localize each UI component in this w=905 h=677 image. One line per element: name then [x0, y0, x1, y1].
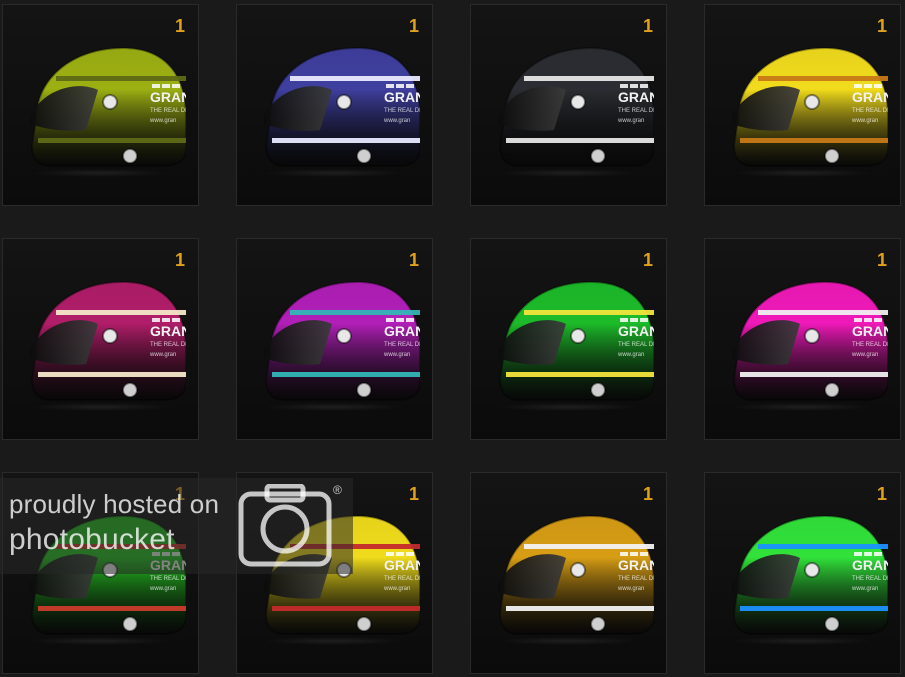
helmet-tile-5[interactable]: 1 GRAN THE REAL DR www.gran — [2, 238, 199, 440]
svg-text:www.gran: www.gran — [851, 118, 878, 124]
svg-text:THE REAL DR: THE REAL DR — [150, 108, 186, 114]
helmet-selection-grid: 1 GRAN THE REAL DR www.gran 1 GRAN THE REAL… — [0, 0, 905, 677]
helmet-icon: GRAN THE REAL DR www.gran — [30, 46, 186, 167]
svg-text:THE REAL DR: THE REAL DR — [852, 108, 888, 114]
svg-text:THE REAL DR: THE REAL DR — [852, 342, 888, 348]
quantity-badge: 1 — [408, 250, 419, 270]
reflection-shadow — [498, 403, 638, 411]
svg-text:THE REAL DR: THE REAL DR — [384, 342, 420, 348]
quantity-badge: 1 — [642, 484, 653, 504]
svg-text:GRAN: GRAN — [384, 89, 420, 105]
svg-text:www.gran: www.gran — [383, 586, 410, 592]
watermark-line-1: proudly hosted on — [9, 489, 220, 519]
reflection-shadow — [30, 637, 170, 645]
svg-text:THE REAL DR: THE REAL DR — [384, 576, 420, 582]
helmet-icon: GRAN THE REAL DR www.gran — [498, 280, 654, 401]
quantity-badge: 1 — [408, 484, 419, 504]
svg-text:GRAN: GRAN — [618, 323, 654, 339]
svg-text:GRAN: GRAN — [852, 323, 888, 339]
svg-text:GRAN: GRAN — [384, 557, 420, 573]
helmet-tile-2[interactable]: 1 GRAN THE REAL DR www.gran — [236, 4, 433, 206]
helmet-icon: GRAN THE REAL DR www.gran — [30, 280, 186, 401]
watermark-line-2: photobucket — [9, 523, 175, 556]
reflection-shadow — [732, 169, 872, 177]
reflection-shadow — [264, 403, 404, 411]
svg-text:GRAN: GRAN — [384, 323, 420, 339]
quantity-badge: 1 — [408, 16, 419, 36]
reflection-shadow — [264, 169, 404, 177]
reflection-shadow — [30, 169, 170, 177]
reflection-shadow — [732, 637, 872, 645]
svg-text:GRAN: GRAN — [618, 89, 654, 105]
svg-text:THE REAL DR: THE REAL DR — [618, 108, 654, 114]
reflection-shadow — [264, 637, 404, 645]
helmet-tile-6[interactable]: 1 GRAN THE REAL DR www.gran — [236, 238, 433, 440]
quantity-badge: 1 — [174, 16, 185, 36]
svg-text:THE REAL DR: THE REAL DR — [618, 576, 654, 582]
quantity-badge: 1 — [642, 16, 653, 36]
reflection-shadow — [498, 169, 638, 177]
svg-text:THE REAL DR: THE REAL DR — [852, 576, 888, 582]
camera-logo-icon — [238, 484, 332, 567]
registered-mark: ® — [333, 483, 342, 497]
svg-text:www.gran: www.gran — [617, 586, 644, 592]
helmet-icon: GRAN THE REAL DR www.gran — [264, 46, 420, 167]
helmet-tile-12[interactable]: 1 GRAN THE REAL DR www.gran — [704, 472, 901, 674]
svg-text:www.gran: www.gran — [851, 586, 878, 592]
quantity-badge: 1 — [876, 484, 887, 504]
helmet-icon: GRAN THE REAL DR www.gran — [732, 514, 888, 635]
svg-text:www.gran: www.gran — [617, 352, 644, 358]
helmet-tile-11[interactable]: 1 GRAN THE REAL DR www.gran — [470, 472, 667, 674]
helmet-tile-8[interactable]: 1 GRAN THE REAL DR www.gran — [704, 238, 901, 440]
helmet-tile-7[interactable]: 1 GRAN THE REAL DR www.gran — [470, 238, 667, 440]
svg-text:www.gran: www.gran — [149, 586, 176, 592]
svg-text:www.gran: www.gran — [617, 118, 644, 124]
svg-text:www.gran: www.gran — [383, 118, 410, 124]
quantity-badge: 1 — [642, 250, 653, 270]
svg-text:GRAN: GRAN — [618, 557, 654, 573]
reflection-shadow — [498, 637, 638, 645]
helmet-icon: GRAN THE REAL DR www.gran — [264, 280, 420, 401]
svg-text:GRAN: GRAN — [150, 89, 186, 105]
helmet-icon: GRAN THE REAL DR www.gran — [732, 280, 888, 401]
svg-text:THE REAL DR: THE REAL DR — [150, 342, 186, 348]
svg-text:www.gran: www.gran — [149, 118, 176, 124]
svg-text:GRAN: GRAN — [852, 557, 888, 573]
helmet-tile-4[interactable]: 1 GRAN THE REAL DR www.gran — [704, 4, 901, 206]
svg-text:GRAN: GRAN — [150, 323, 186, 339]
svg-text:GRAN: GRAN — [852, 89, 888, 105]
svg-text:www.gran: www.gran — [383, 352, 410, 358]
helmet-tile-1[interactable]: 1 GRAN THE REAL DR www.gran — [2, 4, 199, 206]
helmet-icon: GRAN THE REAL DR www.gran — [732, 46, 888, 167]
helmet-tile-3[interactable]: 1 GRAN THE REAL DR www.gran — [470, 4, 667, 206]
quantity-badge: 1 — [876, 250, 887, 270]
svg-text:THE REAL DR: THE REAL DR — [150, 576, 186, 582]
svg-text:www.gran: www.gran — [149, 352, 176, 358]
reflection-shadow — [30, 403, 170, 411]
svg-text:THE REAL DR: THE REAL DR — [384, 108, 420, 114]
helmet-icon: GRAN THE REAL DR www.gran — [498, 46, 654, 167]
quantity-badge: 1 — [876, 16, 887, 36]
reflection-shadow — [732, 403, 872, 411]
quantity-badge: 1 — [174, 250, 185, 270]
helmet-icon: GRAN THE REAL DR www.gran — [498, 514, 654, 635]
svg-text:THE REAL DR: THE REAL DR — [618, 342, 654, 348]
svg-text:www.gran: www.gran — [851, 352, 878, 358]
